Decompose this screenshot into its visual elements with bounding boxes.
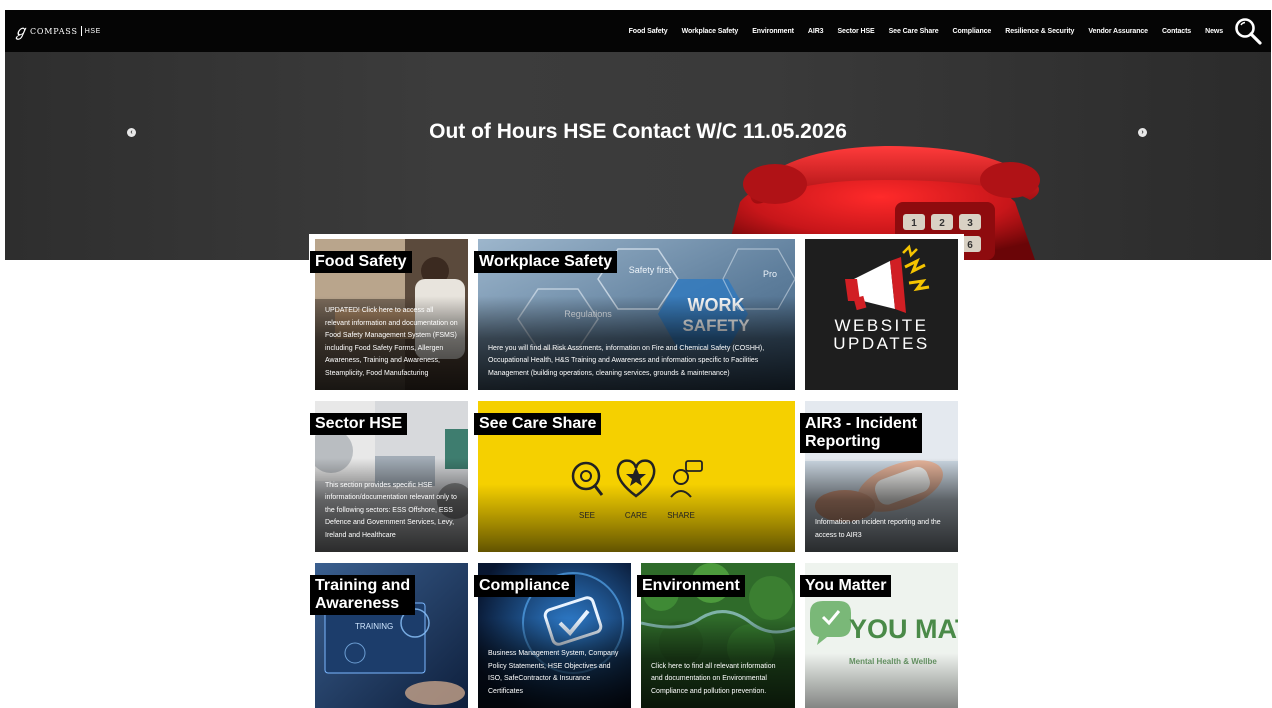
search-icon[interactable] — [1233, 16, 1263, 46]
training-image-text: TRAINING — [355, 622, 393, 631]
you-matter-image-text: YOU MATTE — [849, 614, 958, 644]
nav-sector-hse[interactable]: Sector HSE — [837, 28, 874, 35]
nav-vendor-assurance[interactable]: Vendor Assurance — [1088, 28, 1148, 35]
air3-description: Information on incident reporting and th… — [815, 519, 941, 539]
phone-key-1: 1 — [911, 218, 917, 229]
nav-news[interactable]: News — [1205, 28, 1223, 35]
see-care-share-title[interactable]: See Care Share — [474, 413, 602, 435]
food-safety-title[interactable]: Food Safety — [310, 251, 412, 273]
logo-divider — [80, 26, 82, 36]
environment-title[interactable]: Environment — [637, 575, 745, 597]
compass-mark-icon: ℊ — [13, 21, 29, 40]
compass-hse-logo[interactable]: ℊ COMPASS HSE — [13, 19, 101, 43]
nav-workplace-safety[interactable]: Workplace Safety — [682, 28, 739, 35]
phone-key-2: 2 — [939, 218, 945, 229]
top-navigation-bar: ℊ COMPASS HSE Food Safety Workplace Safe… — [5, 10, 1271, 52]
heart-star-icon — [616, 459, 656, 498]
website-updates-line1: WEBSITE — [834, 316, 928, 335]
air3-title-line1: AIR3 - Incident — [805, 415, 918, 432]
tile-shade — [805, 652, 958, 708]
nav-food-safety[interactable]: Food Safety — [629, 28, 668, 35]
compliance-title[interactable]: Compliance — [474, 575, 575, 597]
magnifier-eye-icon — [571, 461, 604, 496]
speaking-person-icon — [670, 460, 703, 498]
red-telephone-image: 1 2 3 6 — [725, 146, 1040, 260]
main-nav: Food Safety Workplace Safety Environment… — [615, 10, 1224, 52]
compliance-description: Business Management System, Company Poli… — [488, 650, 619, 695]
you-matter-title[interactable]: You Matter — [800, 575, 892, 597]
nav-compliance[interactable]: Compliance — [953, 28, 992, 35]
food-safety-description: UPDATED! Click here to access all releva… — [325, 307, 458, 377]
training-awareness-title[interactable]: Training and Awareness — [310, 575, 416, 615]
air3-title-line2: Reporting — [805, 433, 881, 450]
nav-environment[interactable]: Environment — [752, 28, 794, 35]
logo-company-name: COMPASS — [30, 26, 78, 36]
phone-key-3: 3 — [967, 218, 973, 229]
carousel-next-button[interactable]: › — [1138, 128, 1147, 137]
training-title-line2: Awareness — [315, 595, 400, 612]
nav-resilience-security[interactable]: Resilience & Security — [1005, 28, 1074, 35]
workplace-safety-description: Here you will find all Risk Asssments, i… — [488, 344, 765, 377]
see-caption: SEE — [579, 511, 595, 520]
nav-air3[interactable]: AIR3 — [808, 28, 824, 35]
air3-title[interactable]: AIR3 - Incident Reporting — [800, 413, 923, 453]
hero-title: Out of Hours HSE Contact W/C 11.05.2026 — [429, 120, 847, 143]
training-title-line1: Training and — [315, 577, 411, 594]
hero-carousel: 1 2 3 6 Out of Hours HSE Contact W/C 11.… — [5, 52, 1271, 260]
megaphone-icon: WEBSITE UPDATES — [805, 239, 958, 390]
phone-key-6: 6 — [967, 240, 973, 251]
carousel-prev-button[interactable]: ‹ — [127, 128, 136, 137]
website-updates-line2: UPDATES — [833, 334, 930, 353]
logo-division: HSE — [84, 27, 101, 35]
sector-hse-title[interactable]: Sector HSE — [310, 413, 408, 435]
nav-see-care-share[interactable]: See Care Share — [889, 28, 939, 35]
care-caption: CARE — [625, 511, 647, 520]
image-word-pro: Pro — [763, 269, 777, 279]
image-word-safety-first: Safety first — [629, 265, 672, 275]
tile-website-updates[interactable]: WEBSITE UPDATES — [805, 239, 958, 390]
environment-description: Click here to find all relevant informat… — [651, 662, 776, 695]
sector-hse-description: This section provides specific HSE infor… — [325, 481, 457, 539]
nav-contacts[interactable]: Contacts — [1162, 28, 1191, 35]
workplace-safety-title[interactable]: Workplace Safety — [474, 251, 618, 273]
share-caption: SHARE — [667, 511, 695, 520]
